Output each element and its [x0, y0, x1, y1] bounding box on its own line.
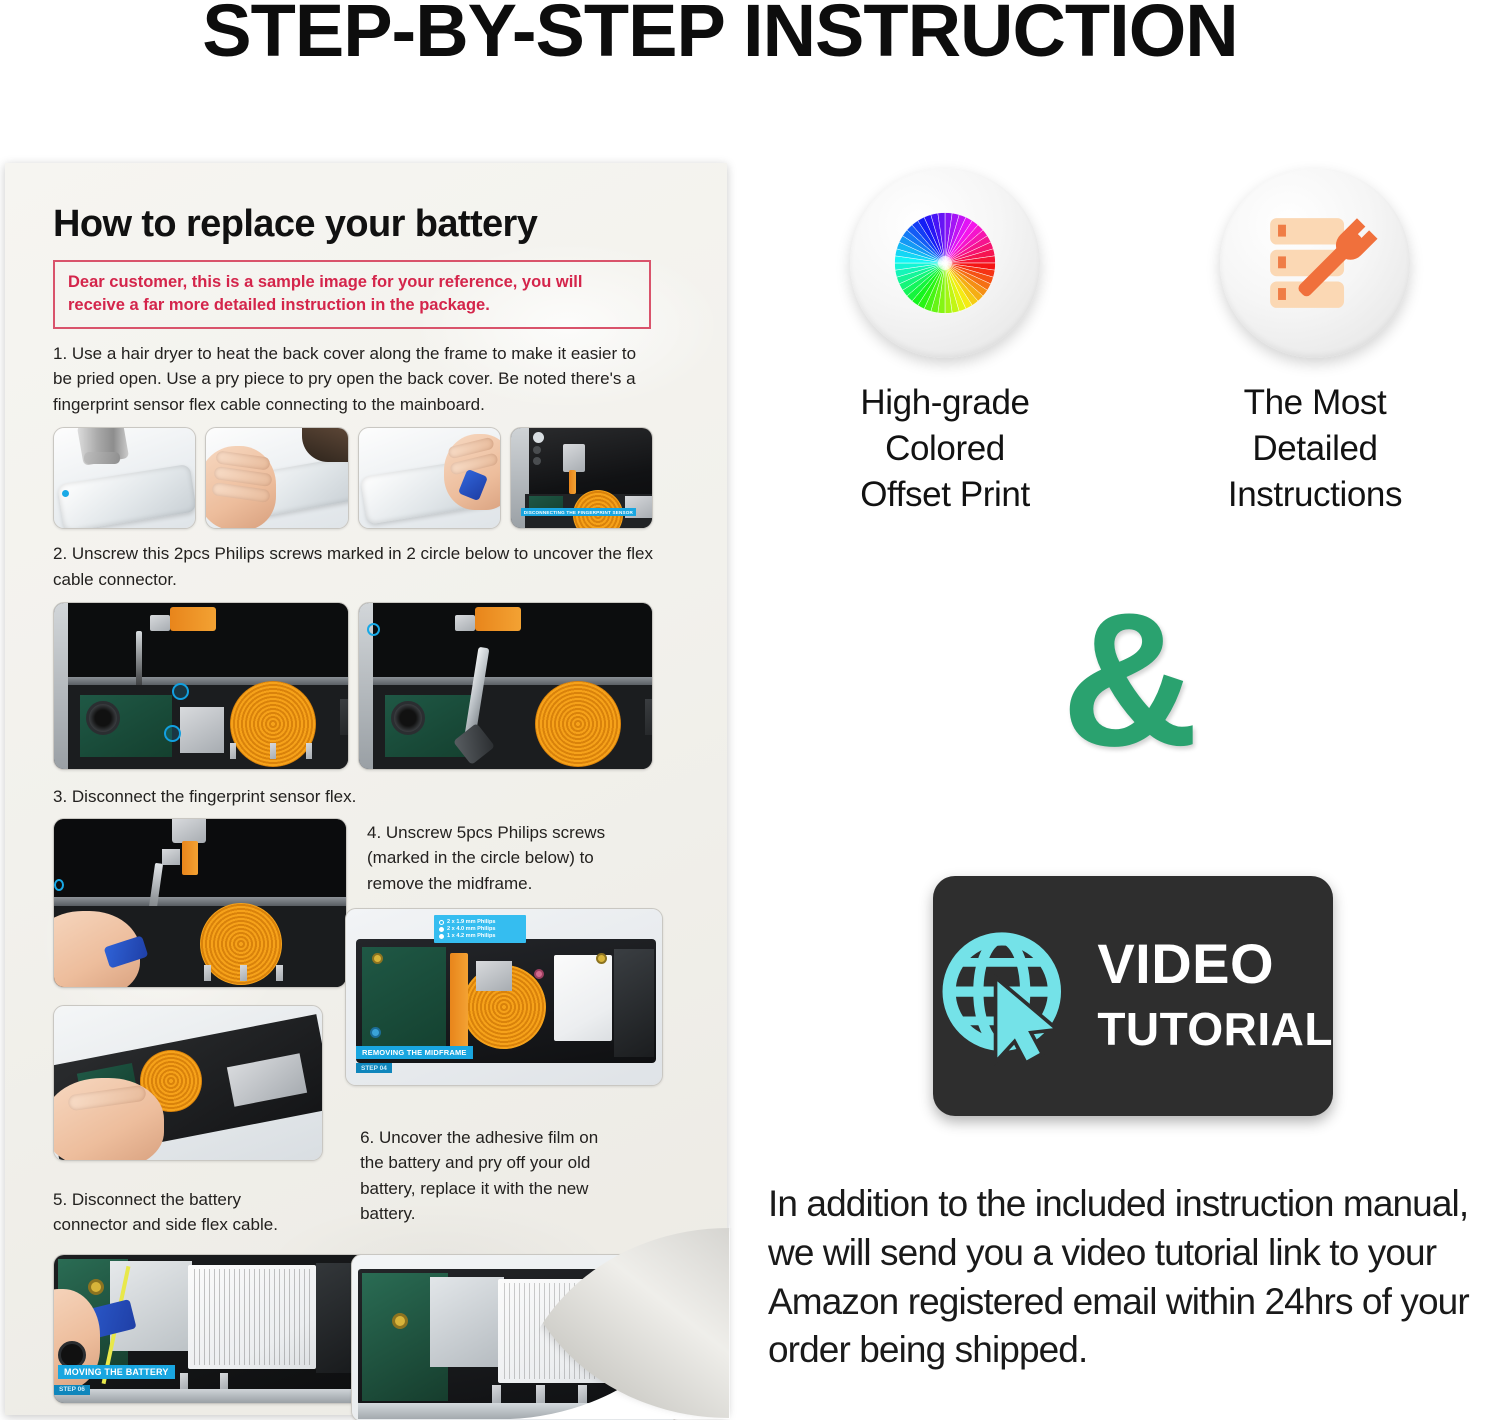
color-wheel-icon — [894, 212, 996, 314]
ampersand: & — [1061, 574, 1199, 786]
instruction-sheet: How to replace your battery Dear custome… — [5, 163, 727, 1420]
feature-offset-print: High-grade Colored Offset Print — [760, 168, 1130, 519]
server-wrench-icon — [1270, 218, 1378, 308]
caption-midframe: REMOVING THE MIDFRAME — [356, 1046, 473, 1060]
photo-hand-hold — [205, 427, 349, 530]
legend-item: 2 x 4.0 mm Philips — [439, 926, 521, 932]
screw-legend: 2 x 1.9 mm Philips 2 x 4.0 mm Philips 1 … — [434, 915, 526, 944]
globe-cursor-icon — [942, 932, 1062, 1067]
feature-offset-print-label: High-grade Colored Offset Print — [860, 383, 1030, 515]
legend-item: 1 x 4.2 mm Philips — [439, 933, 521, 939]
legend-dot-icon — [439, 919, 444, 925]
step-6-text: 6. Uncover the adhesive film on the batt… — [360, 1127, 599, 1224]
server-wrench-disc — [1220, 168, 1410, 358]
photo-pry-open — [357, 427, 501, 530]
caption-fingerprint: DISCONNECTING THE FINGERPRINT SENSOR — [520, 508, 637, 517]
step-5-text: 5. Disconnect the battery connector and … — [53, 1189, 278, 1235]
photo-midframe-lifted — [53, 1004, 323, 1161]
step-1-text: 1. Use a hair dryer to heat the back cov… — [53, 343, 637, 414]
photo-hairdryer — [53, 427, 197, 530]
step-3-text: 3. Disconnect the fingerprint sensor fle… — [53, 787, 357, 807]
step-2-text: 2. Unscrew this 2pcs Philips screws mark… — [53, 544, 653, 589]
legend-dot-icon — [439, 933, 444, 939]
photo-remove-midframe: 2 x 1.9 mm Philips 2 x 4.0 mm Philips 1 … — [345, 908, 663, 1087]
step-3-4-block: 4. Unscrew 5pcs Philips screws (marked i… — [53, 817, 663, 1161]
feature-detailed-instructions-label: The Most Detailed Instructions — [1227, 383, 1403, 515]
step-1-photo-row: DISCONNECTING THE FINGERPRINT SENSOR — [53, 427, 653, 530]
bottom-note: In addition to the included instruction … — [768, 1183, 1470, 1371]
customer-notice: Dear customer, this is a sample image fo… — [53, 260, 651, 329]
caption-midframe-step: STEP 04 — [356, 1063, 392, 1074]
legend-item: 2 x 1.9 mm Philips — [439, 919, 521, 925]
sheet-heading: How to replace your battery — [53, 203, 538, 245]
video-card-line1: VIDEO — [1097, 932, 1275, 996]
photo-fingerprint-sensor: DISCONNECTING THE FINGERPRINT SENSOR — [509, 427, 653, 530]
step-2-photo-row — [53, 602, 653, 771]
video-tutorial-card[interactable]: VIDEO TUTORIAL — [933, 876, 1333, 1116]
color-wheel-disc — [850, 168, 1040, 358]
poster-root: STEP-BY-STEP INSTRUCTION How to replace … — [0, 0, 1500, 1420]
step-4-text: 4. Unscrew 5pcs Philips screws (marked i… — [367, 822, 606, 893]
caption-battery: MOVING THE BATTERY — [58, 1364, 175, 1379]
photo-screws-marked — [53, 602, 349, 771]
feature-detailed-instructions: The Most Detailed Instructions — [1130, 168, 1500, 519]
legend-dot-icon — [439, 926, 444, 932]
photo-screwdriver — [357, 602, 653, 771]
video-card-line2: TUTORIAL — [1097, 1003, 1333, 1056]
caption-battery-step: STEP 06 — [54, 1384, 90, 1395]
photo-disconnect-fingerprint — [53, 817, 347, 988]
feature-row: High-grade Colored Offset Print The Most… — [760, 168, 1500, 519]
photo-moving-battery: MOVING THE BATTERY STEP 06 — [53, 1253, 371, 1404]
